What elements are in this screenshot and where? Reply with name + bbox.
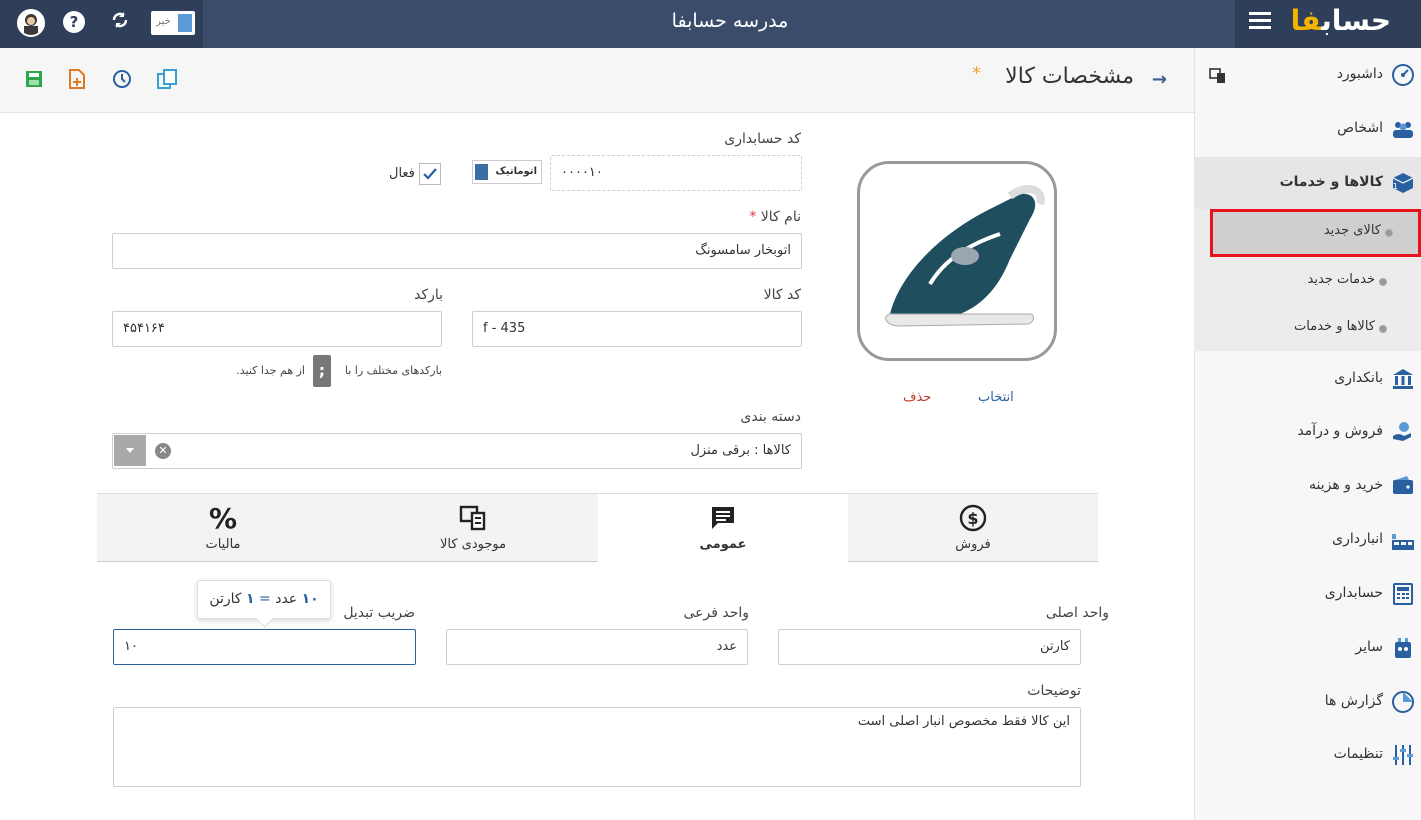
page-title: مشخصات کالا [1005, 64, 1134, 89]
clear-icon[interactable]: ✕ [155, 443, 171, 459]
sidebar-item-banking[interactable]: بانکداری [1194, 359, 1421, 399]
bullet-icon [1379, 325, 1387, 333]
toggle-knob [178, 14, 192, 32]
history-icon[interactable] [111, 68, 133, 90]
conversion-tooltip: ۱۰ عدد = ۱ کارتن [197, 580, 331, 619]
sync-icon[interactable] [108, 10, 132, 34]
accounting-code-input[interactable]: ۰۰۰۰۱۰ [550, 155, 802, 191]
other-icon [1395, 638, 1411, 658]
product-name-input[interactable]: اتوبخار سامسونگ [112, 233, 802, 269]
back-arrow-icon[interactable]: → [1152, 69, 1167, 90]
mode-toggle[interactable]: خیر [151, 11, 195, 35]
sidebar-item-settings[interactable]: تنظیمات [1194, 735, 1421, 775]
percent-icon: % [209, 504, 237, 532]
copy-icon[interactable] [156, 68, 178, 90]
user-area: ? خیر [0, 0, 203, 48]
svg-text:%: % [209, 504, 237, 532]
people-icon [1393, 122, 1413, 138]
main-unit-label: واحد اصلی [1045, 605, 1109, 621]
bullet-icon [1385, 229, 1393, 237]
company-title: مدرسه حسابفا [671, 10, 789, 32]
menu-icon[interactable] [1249, 12, 1271, 34]
steam-iron-image [885, 185, 1045, 327]
settings-icon [1393, 745, 1413, 765]
bullet-icon [1379, 278, 1387, 286]
sales-icon [1393, 422, 1411, 441]
tab-sales[interactable]: $ فروش [848, 494, 1098, 562]
sidebar-item-warehouse[interactable]: انبارداری [1194, 520, 1421, 560]
active-checkbox[interactable] [419, 163, 441, 185]
svg-text:1: 1 [1393, 182, 1398, 191]
category-dropdown-button[interactable] [114, 435, 146, 466]
active-label: فعال [389, 166, 415, 181]
dashboard-icon [1392, 64, 1414, 86]
avatar-icon [24, 14, 38, 35]
tab-bar: $ فروش عمومی موجودی کالا % مالیات [97, 493, 1098, 562]
auto-checkbox [475, 164, 488, 180]
product-code-input[interactable]: f - 435 [472, 311, 802, 347]
tab-tax[interactable]: % مالیات [98, 494, 348, 562]
sidebar: داشبورد اشخاص 1 کالاها و خدمات کالای جدی… [1194, 48, 1421, 820]
help-icon[interactable]: ? [63, 11, 85, 33]
barcode-hint-a: بارکدهای مختلف را با [344, 364, 442, 377]
sidebar-item-dashboard[interactable]: داشبورد [1194, 55, 1421, 95]
logo-area: حسابفا [1235, 0, 1421, 48]
bank-icon [1393, 369, 1413, 389]
description-label: توضیحات [1027, 683, 1081, 699]
message-icon [712, 507, 734, 529]
barcode-input[interactable]: ۴۵۴۱۶۴ [112, 311, 442, 347]
new-document-icon[interactable] [66, 68, 88, 90]
inventory-icon [459, 505, 486, 531]
barcode-hint-b: از هم جدا کنید. [236, 364, 305, 377]
barcode-label: بارکد [414, 287, 443, 303]
user-avatar[interactable] [17, 9, 45, 37]
dollar-icon: $ [959, 504, 987, 532]
product-image[interactable] [857, 161, 1057, 361]
logo: حسابفا [1290, 4, 1391, 37]
warehouse-icon [1392, 534, 1414, 550]
auto-code-button[interactable]: اتوماتیک [472, 160, 542, 184]
conversion-factor-label: ضریب تبدیل [343, 605, 415, 621]
sidebar-item-sales[interactable]: فروش و درآمد [1194, 412, 1421, 452]
sidebar-subitem-new-product[interactable]: کالای جدید [1210, 209, 1421, 257]
product-name-label: نام کالا * [749, 209, 801, 225]
sidebar-subitem-products-list[interactable]: کالاها و خدمات [1194, 306, 1421, 350]
sidebar-item-people[interactable]: اشخاص [1194, 109, 1421, 149]
save-icon[interactable] [23, 68, 45, 90]
wallet-icon [1393, 476, 1413, 494]
image-delete-link[interactable]: حذف [903, 390, 931, 405]
products-submenu: کالای جدید خدمات جدید کالاها و خدمات [1194, 209, 1421, 351]
sub-unit-label: واحد فرعی [683, 605, 749, 621]
barcode-separator: ; [313, 355, 331, 387]
accounting-code-label: کد حسابداری [724, 131, 801, 147]
sidebar-subitem-new-service[interactable]: خدمات جدید [1194, 259, 1421, 303]
sidebar-item-other[interactable]: سایر [1194, 628, 1421, 668]
image-select-link[interactable]: انتخاب [978, 390, 1014, 405]
toggle-label: خیر [156, 16, 171, 27]
box-icon: 1 [1392, 173, 1414, 193]
sidebar-item-products[interactable]: 1 کالاها و خدمات [1194, 157, 1421, 209]
sub-unit-input[interactable]: عدد [446, 629, 748, 665]
svg-text:$: $ [967, 509, 978, 528]
tab-inventory[interactable]: موجودی کالا [348, 494, 598, 562]
product-code-label: کد کالا [763, 287, 801, 303]
sidebar-item-accounting[interactable]: حسابداری [1194, 574, 1421, 614]
tab-general[interactable]: عمومی [598, 494, 848, 562]
main-unit-input[interactable]: کارتن [778, 629, 1081, 665]
unsaved-star: * [972, 63, 981, 84]
caret-down-icon [126, 448, 134, 453]
calculator-icon [1393, 583, 1413, 605]
category-select[interactable]: کالاها : برقی منزل [112, 433, 802, 469]
top-bar: ? خیر مدرسه حسابفا حسابفا [0, 0, 1421, 48]
sidebar-item-purchases[interactable]: خرید و هزینه [1194, 466, 1421, 506]
conversion-factor-input[interactable]: ۱۰ [113, 629, 416, 665]
description-textarea[interactable]: این کالا فقط مخصوص انبار اصلی است [113, 707, 1081, 787]
report-icon [1392, 691, 1414, 713]
sidebar-item-reports[interactable]: گزارش ها [1194, 682, 1421, 722]
page-header: → مشخصات کالا * [0, 48, 1194, 113]
check-icon [423, 168, 437, 180]
category-label: دسته بندی [740, 409, 801, 425]
